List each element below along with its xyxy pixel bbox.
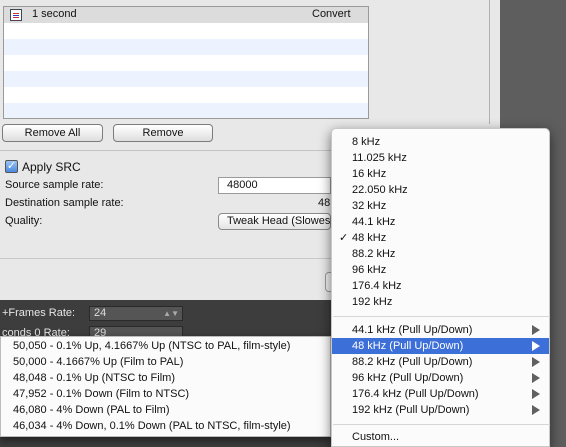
list-item bbox=[4, 103, 368, 118]
submenu-arrow-icon bbox=[532, 405, 540, 415]
submenu-arrow-icon bbox=[532, 341, 540, 351]
menu-item-176khz-pull[interactable]: 176.4 kHz (Pull Up/Down) bbox=[332, 386, 549, 402]
submenu-arrow-icon bbox=[532, 357, 540, 367]
dest-rate-value[interactable]: 48 bbox=[318, 197, 330, 209]
submenu-item[interactable]: 46,034 - 4% Down, 0.1% Down (PAL to NTSC… bbox=[13, 420, 291, 432]
file-list[interactable]: 1 second Convert bbox=[3, 6, 369, 119]
menu-item-32khz[interactable]: 32 kHz bbox=[332, 198, 549, 214]
remove-all-button[interactable]: Remove All bbox=[2, 124, 103, 142]
menu-item-48khz-pull[interactable]: 48 kHz (Pull Up/Down) bbox=[332, 338, 549, 354]
submenu-item[interactable]: 47,952 - 0.1% Down (Film to NTSC) bbox=[13, 388, 189, 400]
menu-item-88khz-pull[interactable]: 88.2 kHz (Pull Up/Down) bbox=[332, 354, 549, 370]
panel-divider bbox=[489, 0, 490, 124]
menu-item-label: 48 kHz (Pull Up/Down) bbox=[352, 340, 464, 352]
menu-item-176khz[interactable]: 176.4 kHz bbox=[332, 278, 549, 294]
list-item bbox=[4, 23, 368, 39]
list-item[interactable]: 1 second Convert bbox=[4, 7, 368, 23]
menu-item-44khz-pull[interactable]: 44.1 kHz (Pull Up/Down) bbox=[332, 322, 549, 338]
frames-rate-field[interactable]: 24 ▲▼ bbox=[89, 306, 183, 321]
file-action: Convert bbox=[312, 8, 351, 20]
submenu-item[interactable]: 50,050 - 0.1% Up, 4.1667% Up (NTSC to PA… bbox=[13, 340, 290, 352]
file-name: 1 second bbox=[32, 8, 77, 20]
menu-item-22khz[interactable]: 22.050 kHz bbox=[332, 182, 549, 198]
menu-item-custom[interactable]: Custom... bbox=[332, 429, 549, 445]
submenu-arrow-icon bbox=[532, 373, 540, 383]
source-rate-label: Source sample rate: bbox=[5, 179, 104, 191]
menu-item-label: 192 kHz (Pull Up/Down) bbox=[352, 404, 470, 416]
submenu-item[interactable]: 46,080 - 4% Down (PAL to Film) bbox=[13, 404, 170, 416]
menu-item-label: 88.2 kHz (Pull Up/Down) bbox=[352, 356, 473, 368]
menu-item-label: 44.1 kHz (Pull Up/Down) bbox=[352, 324, 473, 336]
list-item bbox=[4, 55, 368, 71]
menu-item-label: 176.4 kHz (Pull Up/Down) bbox=[352, 388, 479, 400]
stepper-icon: ▲▼ bbox=[163, 309, 179, 318]
audio-file-icon bbox=[10, 9, 22, 21]
sample-rate-menu: 8 kHz 11.025 kHz 16 kHz 22.050 kHz 32 kH… bbox=[331, 128, 550, 447]
quality-label: Quality: bbox=[5, 215, 43, 227]
menu-item-8khz[interactable]: 8 kHz bbox=[332, 134, 549, 150]
submenu-item[interactable]: 50,000 - 4.1667% Up (Film to PAL) bbox=[13, 356, 183, 368]
frames-rate-label: +Frames Rate: bbox=[2, 307, 76, 319]
menu-item-label: 48 kHz bbox=[352, 232, 387, 244]
menu-item-48khz[interactable]: ✓ 48 kHz bbox=[332, 230, 549, 246]
checkmark-icon: ✓ bbox=[339, 232, 349, 244]
quality-popup[interactable]: Tweak Head (Slowest bbox=[218, 213, 331, 230]
frames-rate-value: 24 bbox=[94, 307, 107, 319]
menu-item-96khz-pull[interactable]: 96 kHz (Pull Up/Down) bbox=[332, 370, 549, 386]
submenu-item[interactable]: 48,048 - 0.1% Up (NTSC to Film) bbox=[13, 372, 175, 384]
menu-item-96khz[interactable]: 96 kHz bbox=[332, 262, 549, 278]
dest-rate-label: Destination sample rate: bbox=[5, 197, 124, 209]
source-rate-field[interactable]: 48000 bbox=[218, 177, 331, 194]
menu-item-11khz[interactable]: 11.025 kHz bbox=[332, 150, 549, 166]
menu-item-192khz[interactable]: 192 kHz bbox=[332, 294, 549, 310]
list-item bbox=[4, 71, 368, 87]
list-item bbox=[4, 87, 368, 103]
remove-button[interactable]: Remove bbox=[113, 124, 213, 142]
menu-item-label: 96 kHz (Pull Up/Down) bbox=[352, 372, 464, 384]
menu-separator bbox=[333, 424, 550, 425]
apply-src-label: Apply SRC bbox=[22, 160, 81, 174]
submenu-arrow-icon bbox=[532, 389, 540, 399]
pull-updown-submenu: 50,050 - 0.1% Up, 4.1667% Up (NTSC to PA… bbox=[0, 336, 331, 437]
apply-src-checkbox[interactable]: ✓ bbox=[5, 160, 18, 173]
menu-item-16khz[interactable]: 16 kHz bbox=[332, 166, 549, 182]
menu-separator bbox=[333, 316, 550, 317]
menu-item-192khz-pull[interactable]: 192 kHz (Pull Up/Down) bbox=[332, 402, 549, 418]
menu-item-44khz[interactable]: 44.1 kHz bbox=[332, 214, 549, 230]
checkmark-icon: ✓ bbox=[6, 160, 17, 172]
menu-item-88khz[interactable]: 88.2 kHz bbox=[332, 246, 549, 262]
submenu-arrow-icon bbox=[532, 325, 540, 335]
list-item bbox=[4, 39, 368, 55]
